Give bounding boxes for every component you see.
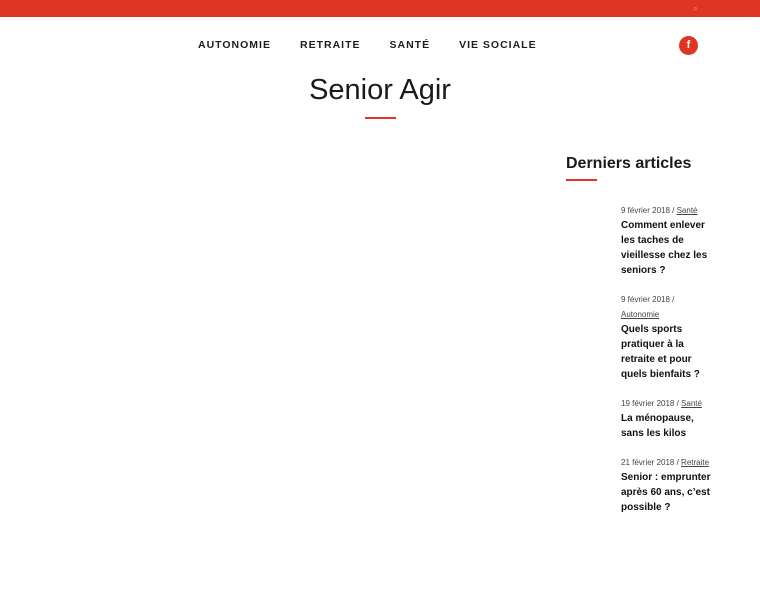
article-title-link[interactable]: Quels sports pratiquer à la retraite et … <box>621 322 711 382</box>
article-category-link[interactable]: Santé <box>681 399 702 408</box>
recent-articles-list: 9 février 2018 / Santé Comment enlever l… <box>621 203 711 529</box>
article-meta: 9 février 2018 / Santé <box>621 206 698 215</box>
site-title[interactable]: Senior Agir <box>0 74 760 107</box>
article-date: 9 février 2018 <box>621 295 670 304</box>
article-title-link[interactable]: Senior : emprunter après 60 ans, c’est p… <box>621 470 711 515</box>
article-date: 19 février 2018 <box>621 399 675 408</box>
facebook-icon[interactable]: f <box>679 36 698 55</box>
title-divider <box>365 117 396 119</box>
article-meta: 9 février 2018 / Autonomie <box>621 295 675 319</box>
nav-item-retraite[interactable]: RETRAITE <box>300 39 361 51</box>
sidebar-heading: Derniers articles <box>566 155 692 172</box>
nav-item-autonomie[interactable]: AUTONOMIE <box>198 39 271 51</box>
article-category-link[interactable]: Santé <box>677 206 698 215</box>
sidebar-divider <box>566 179 597 181</box>
list-item: 19 février 2018 / Santé La ménopause, sa… <box>621 396 711 441</box>
list-item: 9 février 2018 / Autonomie Quels sports … <box>621 292 711 382</box>
nav-item-vie-sociale[interactable]: VIE SOCIALE <box>459 39 537 51</box>
article-meta: 19 février 2018 / Santé <box>621 399 702 408</box>
article-date: 21 février 2018 <box>621 458 675 467</box>
list-item: 21 février 2018 / Retraite Senior : empr… <box>621 455 711 515</box>
list-item: 9 février 2018 / Santé Comment enlever l… <box>621 203 711 278</box>
sidebar: Derniers articles <box>566 155 716 181</box>
top-bar: ⌕ <box>0 0 760 17</box>
article-category-link[interactable]: Autonomie <box>621 310 659 319</box>
article-category-link[interactable]: Retraite <box>681 458 709 467</box>
article-date: 9 février 2018 <box>621 206 670 215</box>
article-title-link[interactable]: La ménopause, sans les kilos <box>621 411 711 441</box>
article-meta: 21 février 2018 / Retraite <box>621 458 710 467</box>
article-title-link[interactable]: Comment enlever les taches de vieillesse… <box>621 218 711 278</box>
nav-item-sante[interactable]: SANTÉ <box>389 39 430 51</box>
search-icon[interactable]: ⌕ <box>693 4 702 13</box>
main-nav: AUTONOMIE RETRAITE SANTÉ VIE SOCIALE <box>198 39 537 51</box>
